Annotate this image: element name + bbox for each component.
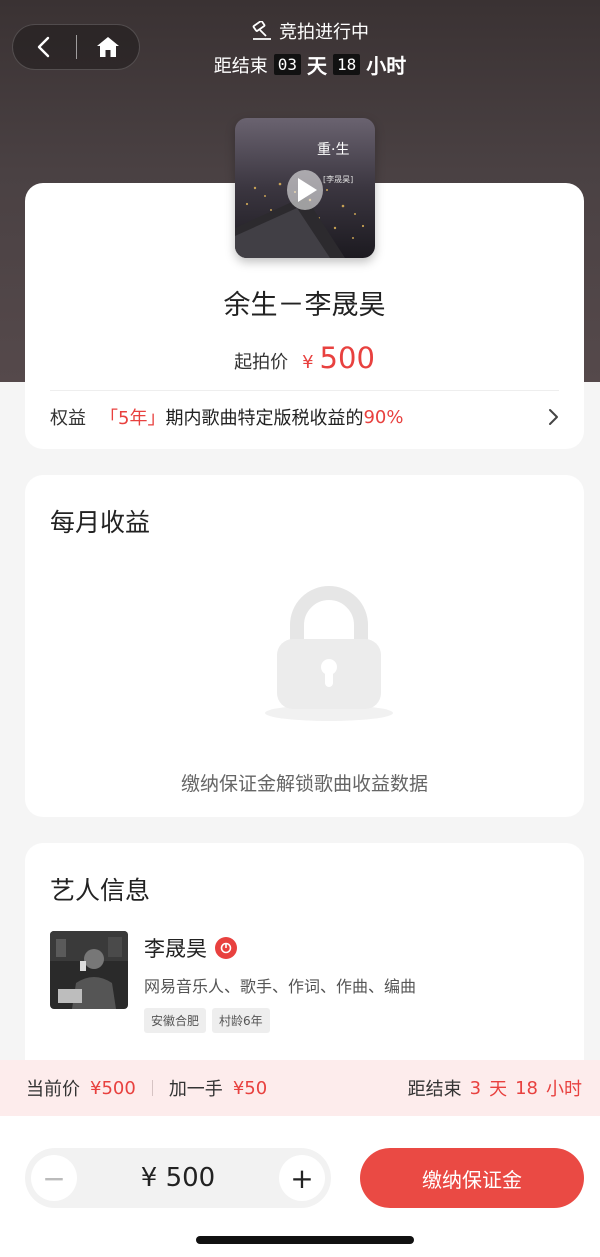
amount-stepper: − ¥ 500 + xyxy=(25,1148,331,1208)
bid-countdown: 距结束 3 天 18 小时 xyxy=(408,1075,582,1101)
cover-artwork: 重·生 [李晟昊] xyxy=(235,118,375,258)
start-price-label: 起拍价 xyxy=(234,352,289,373)
current-price-label: 当前价 xyxy=(26,1079,80,1100)
increase-button[interactable]: + xyxy=(279,1155,325,1201)
bid-info-bar: 当前价 ¥500 加一手 ¥50 距结束 3 天 18 小时 xyxy=(0,1060,600,1116)
home-indicator xyxy=(196,1236,414,1244)
divider xyxy=(50,390,559,391)
artist-tags: 安徽合肥 村龄6年 xyxy=(144,1008,270,1033)
rights-period: 「5年」 xyxy=(100,408,166,429)
start-price: 起拍价 ¥ 500 xyxy=(25,341,584,375)
verified-badge-icon xyxy=(215,937,237,959)
countdown-prefix: 距结束 xyxy=(213,55,268,77)
pay-deposit-button[interactable]: 缴纳保证金 xyxy=(360,1148,584,1208)
bid-countdown-hours-unit: 小时 xyxy=(546,1079,582,1100)
home-button[interactable] xyxy=(76,24,139,70)
artist-tag: 村龄6年 xyxy=(212,1008,270,1033)
lock-icon xyxy=(265,586,393,721)
countdown: 距结束 03 天 18 小时 xyxy=(200,50,420,79)
amount-value: ¥ 500 xyxy=(140,1163,216,1193)
artist-avatar[interactable] xyxy=(50,931,128,1009)
nav-capsule xyxy=(12,24,140,70)
increment-label: 加一手 xyxy=(168,1079,223,1100)
rights-percent: 90% xyxy=(363,406,404,428)
currency-symbol: ¥ xyxy=(302,352,314,373)
countdown-hours: 18 xyxy=(333,54,361,75)
bid-countdown-days-unit: 天 xyxy=(489,1079,508,1100)
artist-name: 李晟昊 xyxy=(144,937,207,961)
song-title: 余生－李晟昊 xyxy=(223,290,386,321)
artist-roles: 网易音乐人、歌手、作词、作曲、编曲 xyxy=(144,977,417,996)
song-cover[interactable]: 重·生 [李晟昊] xyxy=(235,118,375,258)
rights-label: 权益 xyxy=(50,408,86,429)
countdown-days-unit: 天 xyxy=(307,54,327,78)
gavel-icon xyxy=(252,21,271,40)
monthly-revenue-title: 每月收益 xyxy=(50,508,151,537)
home-icon xyxy=(96,37,119,57)
chevron-right-icon[interactable] xyxy=(547,408,559,426)
increment-value: ¥50 xyxy=(232,1077,268,1099)
bid-countdown-label: 距结束 xyxy=(407,1079,462,1100)
locked-hint: 缴纳保证金解锁歌曲收益数据 xyxy=(180,773,428,795)
rights-row[interactable]: 权益 「5年」 期内歌曲特定版税收益的 90% xyxy=(50,405,559,429)
cover-artist-text: [李晟昊] xyxy=(323,174,353,184)
status-title: 竞拍进行中 xyxy=(279,22,369,43)
back-button[interactable] xyxy=(13,24,76,70)
start-price-value: 500 xyxy=(319,341,375,375)
back-chevron-icon xyxy=(38,36,50,58)
artist-section-title: 艺人信息 xyxy=(50,876,151,905)
countdown-days: 03 xyxy=(273,54,301,75)
auction-status: 竞拍进行中 距结束 03 天 18 小时 xyxy=(200,18,420,79)
countdown-hours-unit: 小时 xyxy=(366,54,407,78)
artist-name-row[interactable]: 李晟昊 xyxy=(144,933,237,963)
monthly-revenue-card: 每月收益 缴纳保证金解锁歌曲收益数据 xyxy=(25,475,584,817)
bid-divider xyxy=(151,1080,153,1096)
rights-text: 期内歌曲特定版税收益的 xyxy=(165,408,364,429)
current-price-value: ¥500 xyxy=(90,1077,136,1099)
decrease-button[interactable]: − xyxy=(31,1155,77,1201)
bid-countdown-hours: 18 xyxy=(515,1077,538,1099)
bid-countdown-days: 3 xyxy=(469,1077,482,1099)
cover-title-text: 重·生 xyxy=(317,142,349,158)
artist-tag: 安徽合肥 xyxy=(144,1008,207,1033)
